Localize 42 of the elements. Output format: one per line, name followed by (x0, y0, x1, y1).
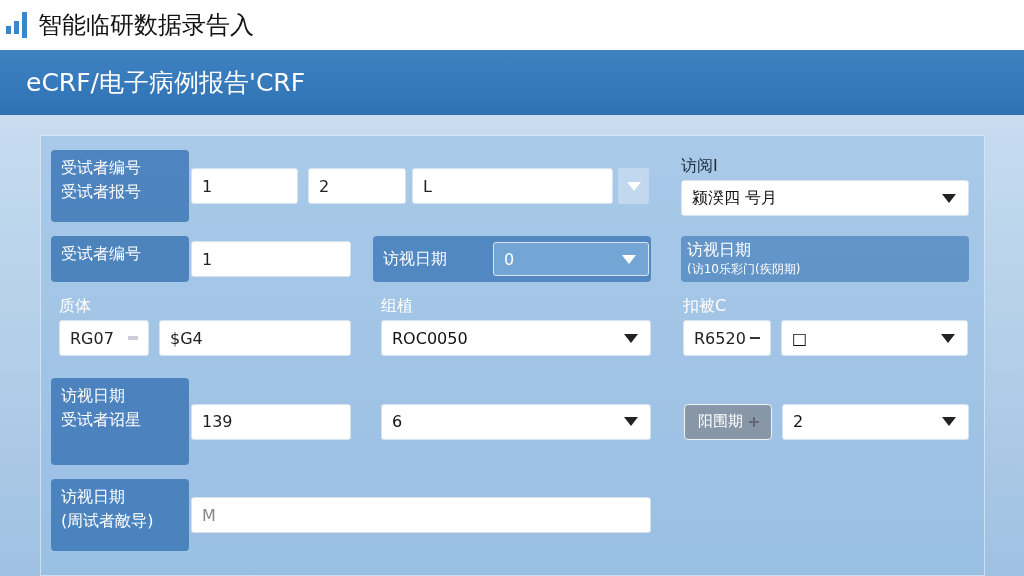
field-label: 受试者报号 (61, 182, 142, 202)
input-field[interactable]: $G4 (159, 320, 351, 356)
caret-icon (622, 254, 636, 264)
field-label: 访阅I (681, 156, 719, 176)
caret-icon (942, 193, 956, 203)
select-field[interactable]: 6 (381, 403, 651, 440)
caret-icon (624, 417, 638, 426)
field-label: 访视日期 (383, 248, 447, 270)
caret-icon (942, 417, 956, 426)
field-label: (周试者敵导) (61, 511, 155, 531)
plus-icon (748, 416, 759, 427)
field-label: 受试者编号 (61, 244, 142, 264)
dropdown-button[interactable] (618, 168, 649, 204)
field-label: 受试者编号 (61, 158, 142, 178)
select-field[interactable]: ROC0050 (381, 320, 651, 356)
select-field[interactable]: 颍湀四 号月 (681, 180, 969, 216)
field-label: 组植 (381, 296, 414, 316)
input-field[interactable]: M (191, 497, 651, 533)
input-field[interactable]: 2 (308, 168, 406, 204)
field-label: 质体 (58, 296, 92, 316)
field-note: (访10乐彩门(疾阴期) (687, 261, 802, 278)
input-field[interactable]: 1 (191, 241, 351, 277)
select-field[interactable]: 2 (782, 403, 969, 440)
app-title: 智能临研数据录告入 (38, 10, 254, 41)
minus-icon (750, 337, 760, 339)
bar-chart-icon (6, 12, 30, 38)
field-label: 受试者诏星 (61, 410, 142, 430)
field-label: 扣被C (683, 296, 728, 316)
field-label: 访视日期 (687, 240, 752, 261)
code-field[interactable]: RG07 (59, 320, 149, 356)
caret-icon (626, 181, 641, 191)
field-label: 访视日期 (61, 487, 126, 507)
minus-icon (128, 336, 138, 340)
caret-icon (624, 333, 638, 343)
select-field[interactable]: □ (781, 320, 968, 356)
input-field[interactable]: 1 (191, 168, 298, 204)
input-field[interactable]: L (412, 168, 613, 204)
page-title: eCRF/电子病例报告'CRF (26, 67, 306, 99)
input-field[interactable]: 139 (191, 403, 351, 440)
code-field[interactable]: R6520 (683, 320, 771, 356)
field-label: 访视日期 (61, 386, 126, 406)
caret-icon (941, 333, 955, 343)
